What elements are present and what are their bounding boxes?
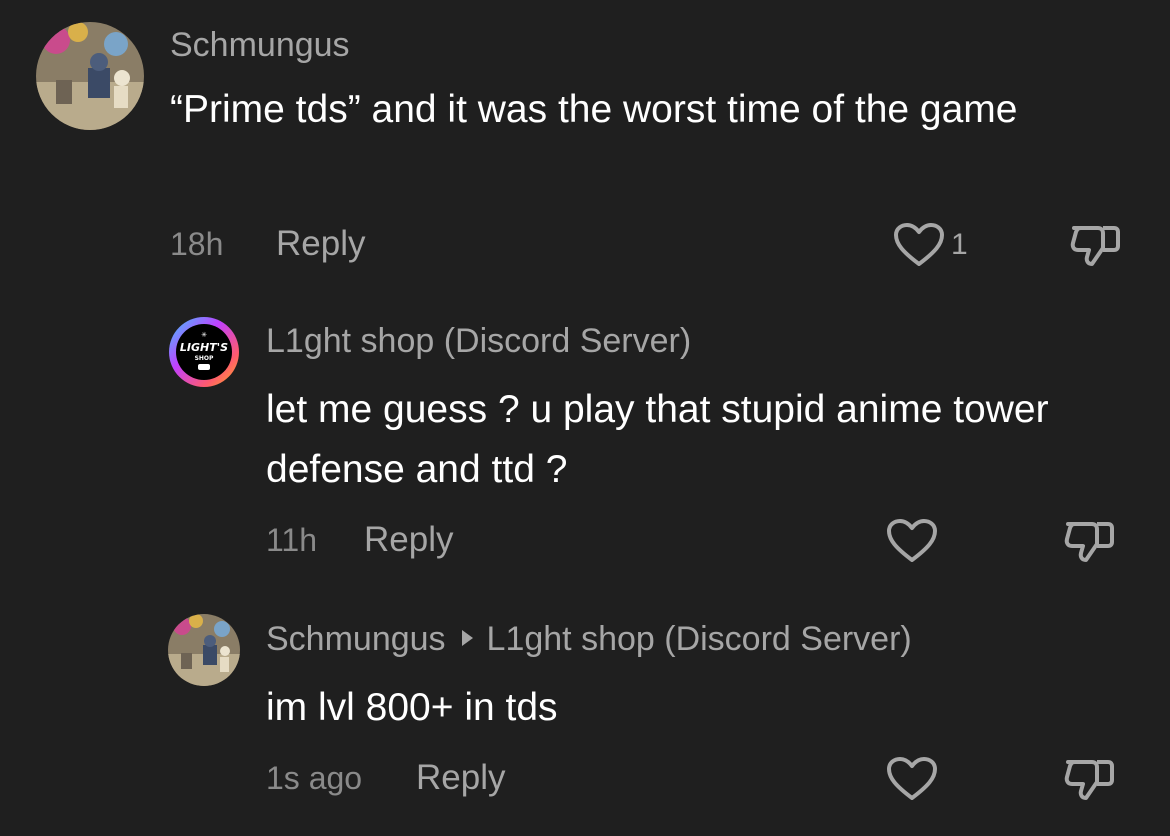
thumbs-down-icon [1070,226,1120,266]
avatar[interactable]: ✳ LIGHT'S SHOP [168,316,240,388]
heart-outline-icon [894,223,944,266]
comment-timestamp: 11h [266,522,318,558]
reply-comment-item: ✳ LIGHT'S SHOP L1ght shop (Discord Serve… [0,290,1170,586]
like-button[interactable]: 1 [893,222,968,268]
comment-username[interactable]: Schmungus [266,620,446,658]
heart-outline-icon [887,757,937,800]
comment-username[interactable]: L1ght shop (Discord Server) [266,322,691,361]
comment-timestamp: 1s ago [266,760,363,796]
avatar[interactable] [36,22,144,130]
like-button[interactable] [886,756,938,802]
reply-button[interactable]: Reply [364,520,453,560]
like-button[interactable] [886,518,938,564]
comment-text: im lvl 800+ in tds [266,686,558,729]
avatar[interactable] [168,614,240,686]
svg-text:✳: ✳ [201,331,207,339]
comment-text: “Prime tds” and it was the worst time of… [170,88,1018,131]
reply-comment-item: Schmungus L1ght shop (Discord Server) im … [0,586,1170,836]
reply-button[interactable]: Reply [276,224,365,264]
thumbs-down-icon [1064,522,1114,562]
like-count: 1 [951,228,968,261]
dislike-button[interactable] [1062,518,1118,569]
comment-text: let me guess ? u play that stupid anime … [266,388,1049,491]
svg-text:LIGHT'S: LIGHT'S [180,341,228,354]
comment-username-thread: Schmungus L1ght shop (Discord Server) [266,620,912,659]
comment-item: Schmungus “Prime tds” and it was the wor… [0,0,1170,290]
reply-to-username[interactable]: L1ght shop (Discord Server) [487,620,912,658]
dislike-button[interactable] [1062,756,1118,807]
thumbs-down-icon [1064,760,1114,800]
dislike-button[interactable] [1068,222,1124,273]
comment-username[interactable]: Schmungus [170,26,350,65]
heart-outline-icon [887,519,937,562]
reply-arrow-icon [461,630,473,646]
svg-text:SHOP: SHOP [195,355,214,362]
reply-button[interactable]: Reply [416,758,505,798]
comment-timestamp: 18h [170,226,224,262]
